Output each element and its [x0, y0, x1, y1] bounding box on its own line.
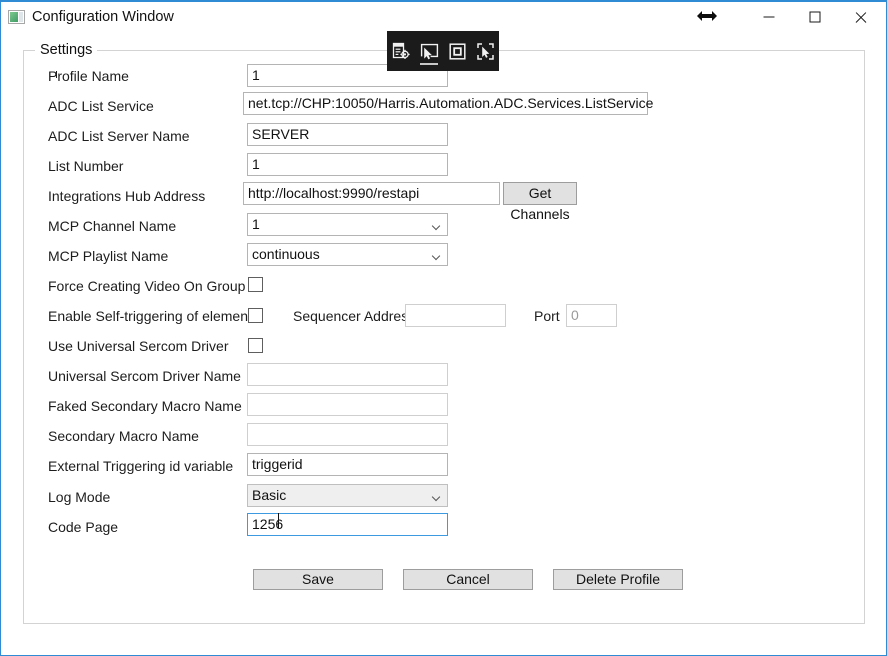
list-number-input[interactable]: 1	[247, 153, 448, 176]
mcp-channel-name-select[interactable]: 1	[247, 213, 448, 236]
profile-name-label: Profile Name	[48, 68, 129, 84]
settings-group-label: Settings	[35, 42, 97, 58]
external-triggering-id-variable-label: External Triggering id variable	[48, 458, 233, 474]
picture-icon	[8, 9, 25, 25]
list-number-label: List Number	[48, 158, 123, 174]
minimize-button[interactable]	[746, 2, 792, 32]
force-creating-video-on-group-label: Force Creating Video On Group	[48, 278, 245, 294]
title-bar[interactable]: Configuration Window	[1, 2, 886, 32]
enable-self-triggering-checkbox[interactable]	[248, 308, 263, 323]
window-title: Configuration Window	[32, 9, 174, 25]
select-window-icon[interactable]	[415, 31, 443, 71]
maximize-icon	[810, 12, 821, 23]
log-mode-label: Log Mode	[48, 489, 110, 505]
close-icon	[854, 10, 868, 24]
mcp-channel-name-value: 1	[252, 216, 260, 232]
capture-overlay-toolbar[interactable]	[387, 31, 499, 71]
secondary-macro-name-label: Secondary Macro Name	[48, 428, 199, 444]
secondary-macro-name-input[interactable]	[247, 423, 448, 446]
toolbar-pointer-tail	[56, 71, 57, 78]
delete-profile-button[interactable]: Delete Profile	[553, 569, 683, 590]
adc-list-service-label: ADC List Service	[48, 98, 154, 114]
sequencer-address-label: Sequencer Address	[293, 308, 415, 324]
save-button[interactable]: Save	[253, 569, 383, 590]
log-mode-value: Basic	[252, 487, 286, 503]
chevron-down-icon	[433, 223, 440, 227]
get-channels-button[interactable]: Get Channels	[503, 182, 577, 205]
minimize-icon	[764, 17, 775, 18]
mcp-channel-name-label: MCP Channel Name	[48, 218, 176, 234]
maximize-button[interactable]	[792, 2, 838, 32]
cancel-button[interactable]: Cancel	[403, 569, 533, 590]
close-button[interactable]	[838, 2, 884, 32]
adc-list-server-name-input[interactable]: SERVER	[247, 123, 448, 146]
text-caret	[278, 513, 279, 528]
faked-secondary-macro-name-input[interactable]	[247, 393, 448, 416]
port-label: Port	[534, 308, 560, 324]
universal-sercom-driver-name-label: Universal Sercom Driver Name	[48, 368, 241, 384]
enable-self-triggering-label: Enable Self-triggering of elements	[48, 308, 259, 324]
universal-sercom-driver-name-input[interactable]	[247, 363, 448, 386]
log-mode-select[interactable]: Basic	[247, 484, 448, 507]
chevron-down-icon	[433, 494, 440, 498]
mcp-playlist-name-select[interactable]: continuous	[247, 243, 448, 266]
mcp-playlist-name-value: continuous	[252, 246, 320, 262]
adc-list-service-input[interactable]: net.tcp://CHP:10050/Harris.Automation.AD…	[243, 92, 648, 115]
code-page-label: Code Page	[48, 519, 118, 535]
capture-region-settings-icon[interactable]	[387, 31, 415, 71]
external-triggering-id-variable-input[interactable]: triggerid	[247, 453, 448, 476]
configuration-window: Configuration Window	[0, 0, 887, 656]
force-creating-video-on-group-checkbox[interactable]	[248, 277, 263, 292]
use-universal-sercom-driver-checkbox[interactable]	[248, 338, 263, 353]
select-element-icon[interactable]	[471, 31, 499, 71]
integrations-hub-address-label: Integrations Hub Address	[48, 188, 205, 204]
sequencer-address-input[interactable]	[405, 304, 506, 327]
use-universal-sercom-driver-label: Use Universal Sercom Driver	[48, 338, 228, 354]
horizontal-resize-cursor-icon	[697, 8, 717, 24]
mcp-playlist-name-label: MCP Playlist Name	[48, 248, 168, 264]
faked-secondary-macro-name-label: Faked Secondary Macro Name	[48, 398, 242, 414]
port-input[interactable]: 0	[566, 304, 617, 327]
select-screen-icon[interactable]	[443, 31, 471, 71]
chevron-down-icon	[433, 253, 440, 257]
integrations-hub-address-input[interactable]: http://localhost:9990/restapi	[243, 182, 500, 205]
adc-list-server-name-label: ADC List Server Name	[48, 128, 190, 144]
